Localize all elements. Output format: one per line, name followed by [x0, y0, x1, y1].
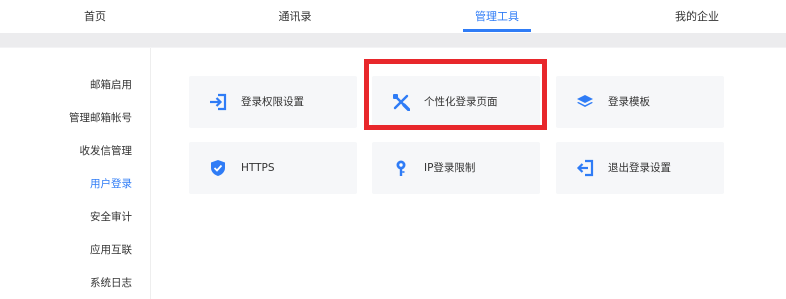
- sidebar: 邮箱启用 管理邮箱帐号 收发信管理 用户登录 安全审计 应用互联 系统日志: [0, 48, 151, 299]
- tab-contacts[interactable]: 通讯录: [260, 0, 330, 33]
- shield-check-icon: [209, 159, 227, 177]
- sidebar-item-user-login[interactable]: 用户登录: [90, 176, 132, 191]
- card-custom-login-page[interactable]: 个性化登录页面: [372, 76, 540, 128]
- tab-my-enterprise[interactable]: 我的企业: [662, 0, 732, 33]
- active-tab-underline: [463, 29, 531, 32]
- sidebar-item-mail-management[interactable]: 收发信管理: [80, 143, 133, 158]
- tools-icon: [392, 93, 411, 112]
- sidebar-item-system-log[interactable]: 系统日志: [90, 275, 132, 290]
- card-https[interactable]: HTTPS: [189, 142, 357, 194]
- logout-arrow-icon: [576, 159, 594, 177]
- location-pin-icon: [392, 159, 410, 177]
- card-login-template[interactable]: 登录模板: [556, 76, 724, 128]
- sidebar-item-security-audit[interactable]: 安全审计: [90, 209, 132, 224]
- card-label: IP登录限制: [424, 162, 476, 174]
- card-label: HTTPS: [241, 162, 275, 174]
- sidebar-item-mailbox-enable[interactable]: 邮箱启用: [90, 77, 132, 92]
- sidebar-item-app-integration[interactable]: 应用互联: [90, 242, 132, 257]
- card-label: 登录模板: [608, 96, 650, 108]
- tab-home[interactable]: 首页: [60, 0, 130, 33]
- card-logout-settings[interactable]: 退出登录设置: [556, 142, 724, 194]
- card-ip-login-restriction[interactable]: IP登录限制: [372, 142, 540, 194]
- card-label: 退出登录设置: [608, 162, 671, 174]
- sidebar-item-manage-accounts[interactable]: 管理邮箱帐号: [69, 110, 132, 125]
- card-label: 个性化登录页面: [424, 96, 498, 108]
- layers-icon: [576, 93, 594, 111]
- card-label: 登录权限设置: [241, 96, 304, 108]
- card-login-permission-settings[interactable]: 登录权限设置: [189, 76, 357, 128]
- login-arrow-icon: [209, 93, 227, 111]
- header-divider-band: [0, 33, 786, 47]
- top-navigation: 首页 通讯录 管理工具 我的企业: [0, 0, 786, 33]
